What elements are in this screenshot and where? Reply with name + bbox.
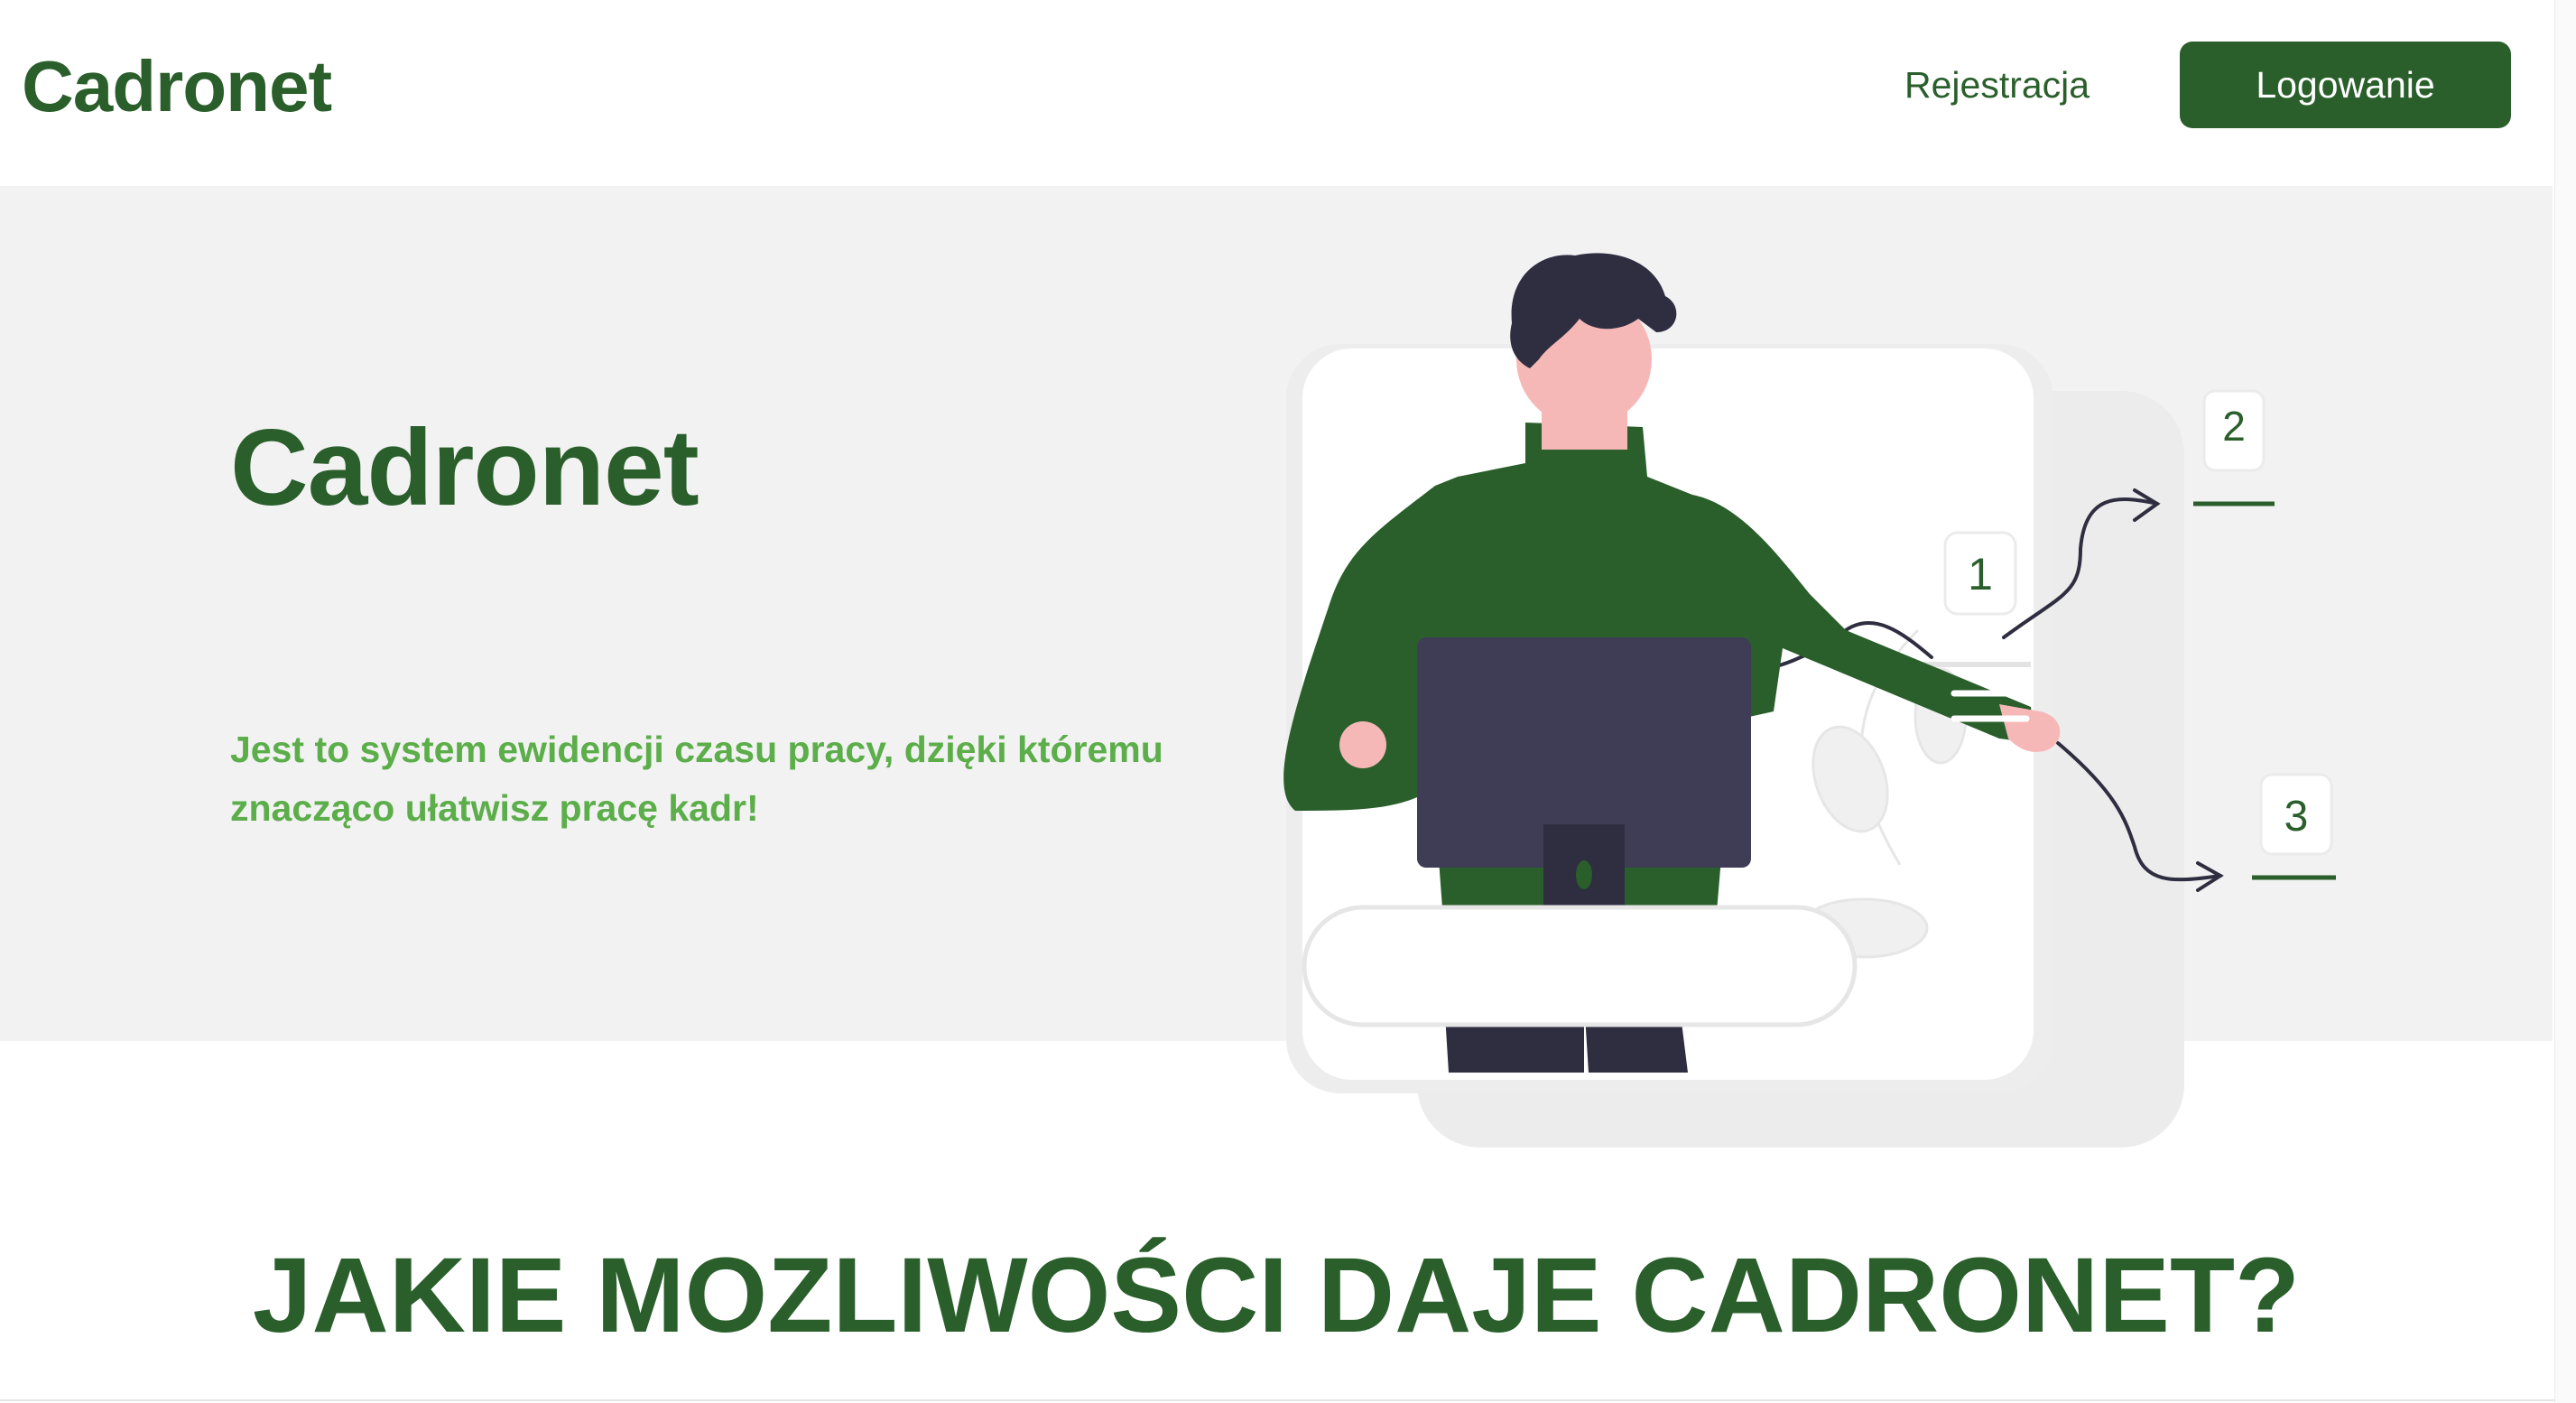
person-left-hand xyxy=(1339,721,1386,768)
brand-logo[interactable]: Cadronet xyxy=(22,43,332,130)
register-link[interactable]: Rejestracja xyxy=(1904,56,2090,114)
step-label-1: 1 xyxy=(1968,549,1993,599)
step-card-3: 3 xyxy=(2252,773,2336,880)
step-label-2: 2 xyxy=(2222,403,2246,450)
features-heading: JAKIE MOZLIWOŚCI DAJE CADRONET? xyxy=(252,1236,2301,1355)
login-button[interactable]: Logowanie xyxy=(2180,42,2511,128)
section-divider xyxy=(0,1399,2554,1401)
hero-title: Cadronet xyxy=(230,407,700,528)
desk xyxy=(1302,905,1858,1027)
navbar: Cadronet Rejestracja Logowanie xyxy=(0,0,2576,186)
step-card-2: 2 xyxy=(2193,389,2275,506)
step-label-3: 3 xyxy=(2284,793,2309,841)
page-scrollbar[interactable] xyxy=(2554,0,2576,1403)
presentation-illustration: 1 2 3 xyxy=(1283,253,2336,1147)
hero-description: Jest to system ewidencji czasu pracy, dz… xyxy=(230,729,1163,829)
monitor-led xyxy=(1576,860,1592,889)
